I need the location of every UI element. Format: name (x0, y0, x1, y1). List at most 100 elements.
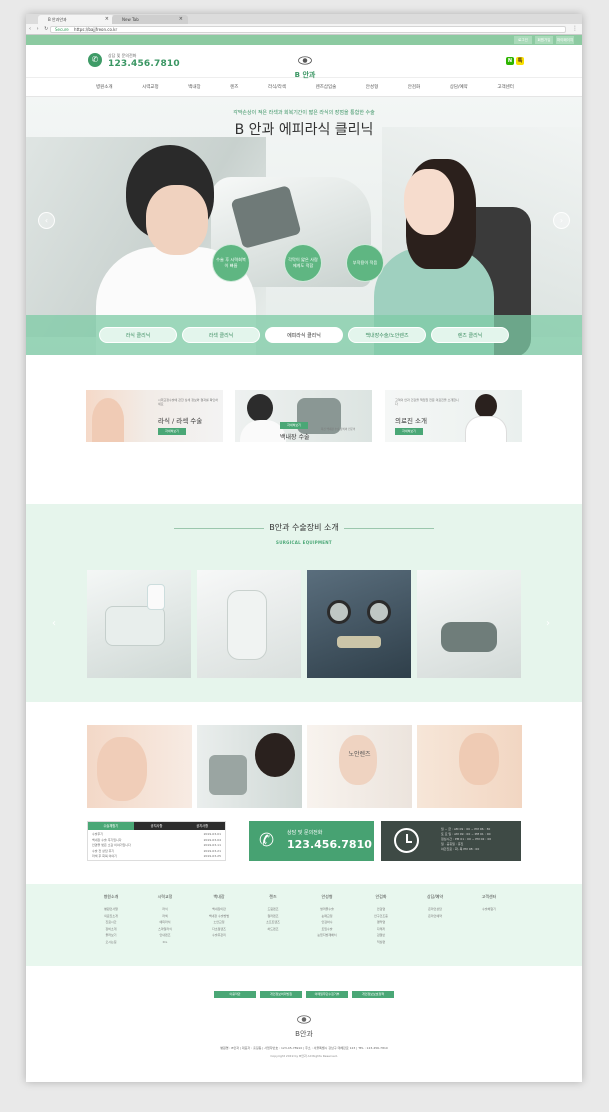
tab-cataract-clinic[interactable]: 백내장수술/노안렌즈 (348, 327, 426, 343)
sitemap-link[interactable]: 눈밑지방재배치 (302, 932, 352, 939)
login-link[interactable]: 로그인 (514, 36, 532, 44)
face-shape (339, 735, 377, 785)
sitemap-heading[interactable]: 안성형 (302, 894, 352, 900)
face-shape (255, 733, 295, 777)
next-arrow-icon[interactable]: › (546, 618, 550, 629)
card-lasik[interactable]: 시력교정수술에 관한 상세 정보와 결과를 확인하세요 라식 / 라섹 수술 자… (86, 390, 223, 442)
patient-face-image (404, 169, 454, 235)
tab-lens-clinic[interactable]: 렌즈 클리닉 (431, 327, 509, 343)
card-more-button[interactable]: 자세히보기 (395, 428, 423, 435)
feature-bubble: 부작용이 적음 (346, 244, 384, 282)
sitemap-link[interactable]: 하드렌즈 (248, 926, 298, 933)
notice-board: 수술체험기 공지사항 공지사항 수술후기 2019-03-01 백내장 수술 후기… (87, 821, 226, 861)
card-more-button[interactable]: 자세히보기 (280, 422, 308, 429)
sitemap-column: 백내장 백내장이란 백내장 수술방법 노안교정 다초점렌즈 수술후관리 (194, 894, 244, 939)
prev-arrow-icon[interactable]: ‹ (52, 618, 56, 629)
browser-tab-new[interactable]: New Tab × (112, 15, 188, 24)
sitemap-heading[interactable]: 병원소개 (86, 894, 136, 900)
sitemap-link[interactable]: 온라인예약 (410, 913, 460, 920)
card-more-button[interactable]: 자세히보기 (158, 428, 186, 435)
card-photo (247, 394, 273, 422)
gallery-image[interactable] (417, 725, 522, 808)
lens-shape (327, 600, 351, 624)
card-photo (92, 398, 124, 442)
sns-links: N 톡 (506, 57, 524, 65)
logo-text: B 안과 (294, 71, 316, 79)
footer-logo[interactable]: B안과 (289, 1009, 319, 1039)
naver-blog-icon[interactable]: N (506, 57, 514, 65)
gallery-image[interactable] (87, 725, 192, 808)
card-cataract[interactable]: 자세히보기 백내장 수술 최신 백내장 수술 장비와 전문의 (235, 390, 372, 442)
sitemap-link[interactable]: 수술체험기 (464, 906, 514, 913)
card-caption: 시력교정수술에 관한 상세 정보와 결과를 확인하세요 (158, 398, 218, 406)
tab-lasek-clinic[interactable]: 라섹 클리닉 (182, 327, 260, 343)
email-refuse-link[interactable]: 이메일무단수집거부 (306, 991, 348, 998)
sitemap-heading[interactable]: 백내장 (194, 894, 244, 900)
nav-item[interactable]: 라식/라섹 (268, 84, 286, 90)
browser-tab-active[interactable]: B 안과안과 × (38, 15, 114, 24)
card-caption: 최신 백내장 수술 장비와 전문의 (321, 428, 356, 431)
tab-epilasik-clinic[interactable]: 에피라식 클리닉 (265, 327, 343, 343)
tab-lasik-clinic[interactable]: 라식 클리닉 (99, 327, 177, 343)
prev-slide-arrow-icon[interactable]: ‹ (38, 212, 55, 229)
equipment-image (417, 570, 521, 678)
privacy-policy-link[interactable]: 개인정보보호정책 (352, 991, 394, 998)
close-icon[interactable]: × (179, 15, 183, 24)
kakao-talk-icon[interactable]: 톡 (516, 57, 524, 65)
call-label: 상담 및 문의전화 (287, 830, 323, 836)
nav-item[interactable]: 상담/예약 (450, 84, 468, 90)
equipment-title: B안과 수술장비 소개 (269, 523, 339, 532)
card-caption: 고객의 안과 건강을 책임질 전문 의료진을 소개합니다 (395, 398, 459, 406)
device-shape (337, 636, 381, 648)
gallery-image[interactable] (197, 725, 302, 808)
utility-bar: 로그인 회원가입 마이페이지 (26, 35, 582, 45)
equipment-image (197, 570, 301, 678)
nav-item[interactable]: 병원소개 (96, 84, 113, 90)
sitemap-heading[interactable]: 상담/예약 (410, 894, 460, 900)
face-shape (459, 733, 499, 785)
nav-item[interactable]: 렌즈삽입술 (316, 84, 337, 90)
tab-title: New Tab (122, 17, 139, 22)
browser-tab-strip: B 안과안과 × New Tab × (26, 14, 582, 32)
sitemap-link[interactable]: ICL (140, 939, 190, 946)
signup-link[interactable]: 회원가입 (535, 36, 553, 44)
gallery-image[interactable]: 노안렌즈 (307, 725, 412, 808)
terms-link[interactable]: 이용약관 (214, 991, 256, 998)
device-shape (105, 606, 165, 646)
phone-icon: ✆ (88, 53, 102, 67)
privacy-link[interactable]: 개인정보처리방침 (260, 991, 302, 998)
next-slide-arrow-icon[interactable]: › (553, 212, 570, 229)
sitemap-heading[interactable]: 안검화 (356, 894, 406, 900)
card-doctors[interactable]: 고객의 안과 건강을 책임질 전문 의료진을 소개합니다 의료진 소개 자세히보… (385, 390, 522, 442)
item-date: 2019-03-25 (203, 854, 221, 858)
sitemap-link[interactable]: 수술후관리 (194, 932, 244, 939)
sitemap-column: 상담/예약 온라인상담 온라인예약 (410, 894, 460, 919)
lens-label: 노안렌즈 (348, 751, 371, 758)
sitemap-link[interactable]: 익상편 (356, 939, 406, 946)
nav-item[interactable]: 안검화 (408, 84, 420, 90)
site-logo[interactable]: B 안과 (290, 50, 320, 80)
sitemap-column: 안검화 안검염 안구건조증 결막염 다래끼 검열반 익상편 (356, 894, 406, 945)
mypage-link[interactable]: 마이페이지 (556, 36, 574, 44)
nav-item[interactable]: 시력교정 (142, 84, 159, 90)
tab-reviews[interactable]: 수술체험기 (88, 822, 134, 830)
feature-bubble: 수술 후 시력회복이 빠름 (212, 244, 250, 282)
nav-item[interactable]: 백내장 (188, 84, 200, 90)
sitemap-heading[interactable]: 렌즈 (248, 894, 298, 900)
tab-notices[interactable]: 공지사항 (133, 822, 180, 830)
nav-item[interactable]: 렌즈 (230, 84, 238, 90)
list-item[interactable]: 라섹 후 회복 이야기 2019-03-25 (88, 854, 225, 860)
address-bar[interactable]: Secure https://bajjfreon.co.kr (50, 26, 566, 33)
call-box[interactable]: ✆ 상담 및 문의전화 123.456.7810 (249, 821, 374, 861)
nav-item[interactable]: 안성형 (366, 84, 378, 90)
card-photo (475, 394, 497, 418)
sitemap-heading[interactable]: 고객센터 (464, 894, 514, 900)
nav-arrows-icon[interactable]: ‹ › ↻ (29, 26, 50, 32)
browser-menu-icon[interactable]: ⋮ (572, 25, 578, 32)
tab-notices-2[interactable]: 공지사항 (179, 822, 226, 830)
nav-item[interactable]: 고객센터 (497, 84, 514, 90)
close-icon[interactable]: × (105, 15, 109, 24)
sitemap-heading[interactable]: 시력교정 (140, 894, 190, 900)
sitemap-link[interactable]: 오시는길 (86, 939, 136, 946)
address-bar-row: ‹ › ↻ Secure https://bajjfreon.co.kr ⋮ (26, 24, 582, 35)
